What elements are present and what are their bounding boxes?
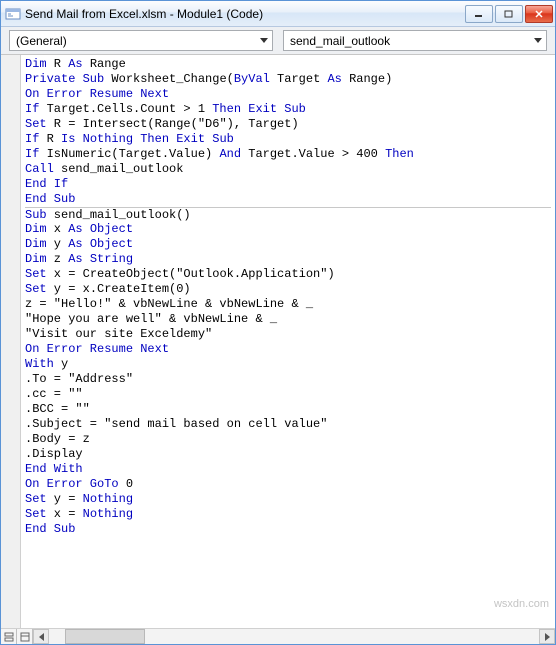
watermark: wsxdn.com	[494, 598, 549, 610]
app-icon	[5, 6, 21, 22]
code-line[interactable]: Sub send_mail_outlook()	[25, 207, 551, 222]
code-line[interactable]: Dim x As Object	[25, 222, 551, 237]
code-line[interactable]: .Body = z	[25, 432, 551, 447]
code-line[interactable]: Dim y As Object	[25, 237, 551, 252]
code-line[interactable]: If Target.Cells.Count > 1 Then Exit Sub	[25, 102, 551, 117]
code-margin	[1, 55, 21, 628]
close-icon	[534, 10, 544, 18]
code-line[interactable]: Set y = Nothing	[25, 492, 551, 507]
code-line[interactable]: .Subject = "send mail based on cell valu…	[25, 417, 551, 432]
vba-code-window: Send Mail from Excel.xlsm - Module1 (Cod…	[0, 0, 556, 645]
code-line[interactable]: If R Is Nothing Then Exit Sub	[25, 132, 551, 147]
code-line[interactable]: Set x = CreateObject("Outlook.Applicatio…	[25, 267, 551, 282]
code-line[interactable]: "Hope you are well" & vbNewLine & _	[25, 312, 551, 327]
scroll-right-button[interactable]	[539, 629, 555, 644]
object-dropdown-value: (General)	[16, 34, 67, 48]
maximize-icon	[504, 10, 514, 18]
code-line[interactable]: .cc = ""	[25, 387, 551, 402]
code-line[interactable]: On Error Resume Next	[25, 87, 551, 102]
code-line[interactable]: .Display	[25, 447, 551, 462]
code-line[interactable]: End Sub	[25, 192, 551, 207]
arrow-right-icon	[545, 633, 550, 641]
code-line[interactable]: End Sub	[25, 522, 551, 537]
chevron-down-icon	[534, 38, 542, 43]
procedure-dropdown-value: send_mail_outlook	[290, 34, 390, 48]
code-line[interactable]: Dim R As Range	[25, 57, 551, 72]
scroll-track[interactable]	[49, 629, 539, 644]
code-line[interactable]: With y	[25, 357, 551, 372]
object-procedure-bar: (General) send_mail_outlook	[1, 27, 555, 55]
minimize-button[interactable]	[465, 5, 493, 23]
horizontal-scrollbar	[1, 628, 555, 644]
object-dropdown[interactable]: (General)	[9, 30, 273, 51]
full-module-view-icon	[20, 632, 30, 642]
procedure-dropdown[interactable]: send_mail_outlook	[283, 30, 547, 51]
code-viewport[interactable]: Dim R As RangePrivate Sub Worksheet_Chan…	[1, 55, 555, 628]
arrow-left-icon	[39, 633, 44, 641]
window-title: Send Mail from Excel.xlsm - Module1 (Cod…	[25, 7, 461, 21]
code-line[interactable]: On Error Resume Next	[25, 342, 551, 357]
procedure-view-button[interactable]	[1, 629, 17, 644]
window-controls	[465, 5, 553, 23]
code-text[interactable]: Dim R As RangePrivate Sub Worksheet_Chan…	[23, 55, 555, 541]
full-module-view-button[interactable]	[17, 629, 33, 644]
procedure-view-icon	[4, 632, 14, 642]
titlebar[interactable]: Send Mail from Excel.xlsm - Module1 (Cod…	[1, 1, 555, 27]
code-line[interactable]: Dim z As String	[25, 252, 551, 267]
scroll-thumb[interactable]	[65, 629, 145, 644]
minimize-icon	[474, 10, 484, 18]
code-line[interactable]: If IsNumeric(Target.Value) And Target.Va…	[25, 147, 551, 162]
code-line[interactable]: On Error GoTo 0	[25, 477, 551, 492]
code-line[interactable]: Private Sub Worksheet_Change(ByVal Targe…	[25, 72, 551, 87]
code-line[interactable]: .To = "Address"	[25, 372, 551, 387]
close-button[interactable]	[525, 5, 553, 23]
scroll-left-button[interactable]	[33, 629, 49, 644]
code-line[interactable]: Set R = Intersect(Range("D6"), Target)	[25, 117, 551, 132]
code-line[interactable]: "Visit our site Exceldemy"	[25, 327, 551, 342]
chevron-down-icon	[260, 38, 268, 43]
code-line[interactable]: .BCC = ""	[25, 402, 551, 417]
code-line[interactable]: End With	[25, 462, 551, 477]
code-area: Dim R As RangePrivate Sub Worksheet_Chan…	[1, 55, 555, 644]
code-line[interactable]: Set x = Nothing	[25, 507, 551, 522]
code-line[interactable]: End If	[25, 177, 551, 192]
code-line[interactable]: Set y = x.CreateItem(0)	[25, 282, 551, 297]
code-line[interactable]: z = "Hello!" & vbNewLine & vbNewLine & _	[25, 297, 551, 312]
maximize-button[interactable]	[495, 5, 523, 23]
code-line[interactable]: Call send_mail_outlook	[25, 162, 551, 177]
